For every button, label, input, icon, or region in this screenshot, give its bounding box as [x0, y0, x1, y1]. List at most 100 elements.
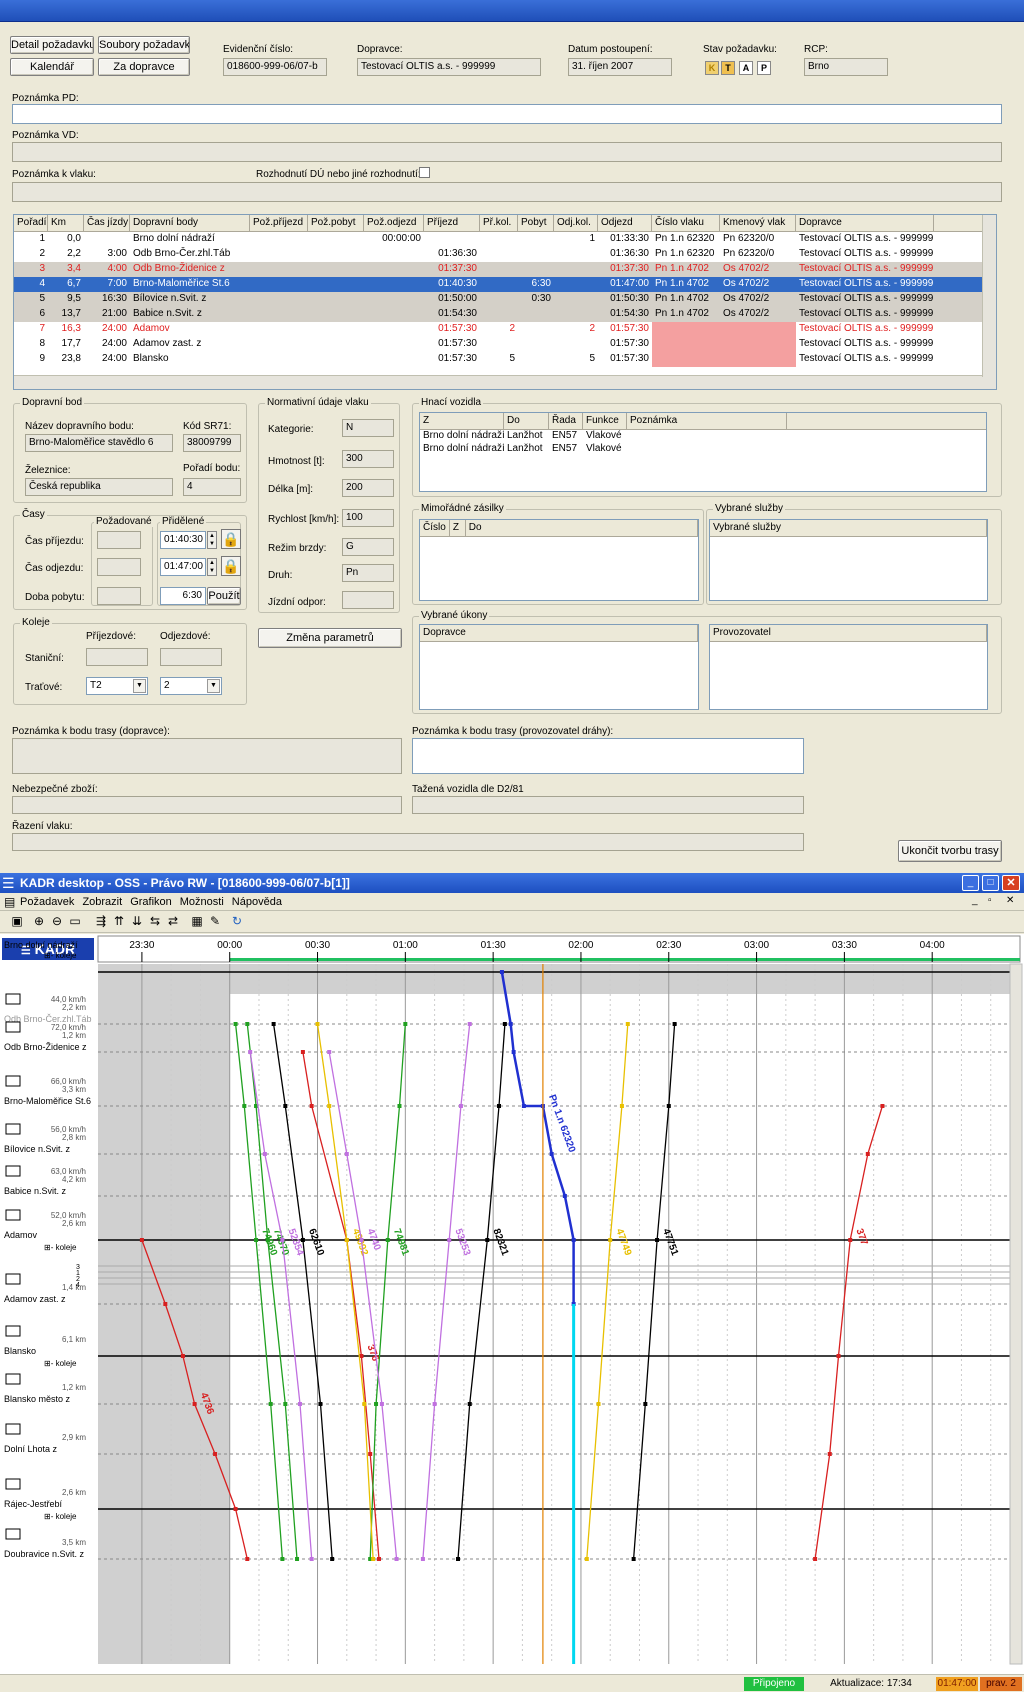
pobyt-field[interactable]: 6:30	[160, 587, 206, 605]
col-header[interactable]: Pobyt	[518, 215, 554, 231]
rozhodnuti-checkbox[interactable]	[419, 167, 430, 178]
refresh-icon[interactable]: ↻	[230, 914, 244, 928]
pozn-bod-provoz-field[interactable]	[412, 738, 804, 774]
col-header[interactable]: Km	[48, 215, 84, 231]
child-restore-icon[interactable]: ▫	[988, 895, 992, 906]
series-point	[625, 1022, 630, 1026]
prijezd-field[interactable]: 01:40:30	[160, 531, 206, 549]
trains-up-icon[interactable]: ⇈	[112, 914, 126, 928]
table-row[interactable]: 2 2,2 3:00 Odb Brno-Čer.zhl.Táb 01:36:30 01:3…	[14, 247, 996, 262]
lock-green-icon[interactable]: 🔒	[221, 556, 241, 576]
table-row[interactable]: 4 6,7 7:00 Brno-Maloměřice St.6 01:40:30 6:30…	[14, 277, 996, 292]
col-header[interactable]: Čas jízdy	[84, 215, 130, 231]
col-header[interactable]: Pořadí	[14, 215, 48, 231]
table-row[interactable]: 7 16,3 24:00 Adamov 01:57:30 2 2 01:57:30 Testov…	[14, 322, 996, 337]
stanicni-odjezd-select[interactable]	[160, 648, 222, 666]
table-cell: Testovací OLTIS a.s. - 999999	[799, 353, 934, 364]
detail-pozadavku-button[interactable]: Detail požadavku	[10, 36, 94, 54]
app-menu-icon[interactable]: ☰	[2, 875, 18, 891]
za-dopravce-button[interactable]: Za dopravce	[98, 58, 190, 76]
series-label: 377	[853, 1227, 869, 1247]
col-header[interactable]: Funkce	[583, 413, 627, 429]
stanicni-prijezd-select[interactable]	[86, 648, 148, 666]
table-cell	[627, 430, 787, 443]
table-icon[interactable]: ▦	[190, 914, 204, 928]
col-header[interactable]: Pož.odjezd	[364, 215, 424, 231]
pozn-pd-field[interactable]	[12, 104, 1002, 124]
menu-item[interactable]: Grafikon	[130, 896, 172, 908]
trains-filter-icon[interactable]: ⇆	[148, 914, 162, 928]
series-point	[359, 1238, 364, 1242]
table-row[interactable]: 5 9,5 16:30 Bílovice n.Svit. z 01:50:00 0:30 0…	[14, 292, 996, 307]
table-cell	[364, 322, 424, 337]
table-row[interactable]: Brno dolní nádraží Lanžhot EN57 Vlakové	[420, 430, 986, 443]
col-header[interactable]: Pož.příjezd	[250, 215, 308, 231]
col-header[interactable]: Pož.pobyt	[308, 215, 364, 231]
col-header[interactable]: Dopravní body	[130, 215, 250, 231]
menu-item[interactable]: Možnosti	[180, 896, 224, 908]
ukony-provozovatel-table[interactable]: Provozovatel	[709, 624, 988, 710]
odjezd-spinner[interactable]: ▲ ▼	[207, 558, 217, 576]
zmena-parametru-button[interactable]: Změna parametrů	[258, 628, 402, 648]
table-row[interactable]: Brno dolní nádraží Lanžhot EN57 Vlakové	[420, 443, 986, 456]
table-row[interactable]: 9 23,8 24:00 Blansko 01:57:30 5 5 01:57:30 Testo…	[14, 352, 996, 367]
mimoradne-table[interactable]: Číslo Z Do	[419, 519, 699, 601]
menu-item[interactable]: Zobrazit	[82, 896, 122, 908]
ukony-dopravce-table[interactable]: Dopravce	[419, 624, 699, 710]
trains-add-icon[interactable]: ⇄	[166, 914, 180, 928]
series-point	[376, 1557, 381, 1561]
pobyt-label: Doba pobytu:	[25, 592, 85, 603]
table-row[interactable]: 8 17,7 24:00 Adamov zast. z 01:57:30 01:57:30…	[14, 337, 996, 352]
table-cell: Pn 1.n 62320	[655, 233, 715, 244]
zoom-in-icon[interactable]: ⊕	[32, 914, 46, 928]
table-row[interactable]: 3 3,4 4:00 Odb Brno-Židenice z 01:37:30 01:37…	[14, 262, 996, 277]
menu-item[interactable]: Nápověda	[232, 896, 282, 908]
zoom-out-icon[interactable]: ⊖	[50, 914, 64, 928]
col-header[interactable]: Kmenový vlak	[720, 215, 796, 231]
grafikon-chart[interactable]: 23:30 00:00 00:30 01:00 01:30 02:00 02:30 03:00…	[0, 934, 1024, 1674]
col-header[interactable]: Z	[450, 520, 466, 536]
col-header[interactable]: Do	[466, 520, 698, 536]
maximize-icon[interactable]: □	[982, 875, 999, 891]
route-table-vscrollbar[interactable]	[982, 215, 996, 377]
table-row[interactable]: 1 0,0 Brno dolní nádraží 00:00:00 1 01:33:30 P…	[14, 232, 996, 247]
col-header[interactable]: Odjezd	[598, 215, 652, 231]
close-icon[interactable]: ✕	[1002, 875, 1020, 891]
soubory-pozadavku-button[interactable]: Soubory požadavku	[98, 36, 190, 54]
route-table[interactable]: Pořadí Km Čas jízdy Dopravní body Pož.příjez…	[13, 214, 997, 390]
col-header[interactable]: Dopravce	[796, 215, 934, 231]
odjezd-field[interactable]: 01:47:00	[160, 558, 206, 576]
select-icon[interactable]: ▭	[68, 914, 82, 928]
table-cell: 01:33:30	[610, 233, 649, 244]
ukoncit-tvorbu-trasy-button[interactable]: Ukončit tvorbu trasy	[898, 840, 1002, 862]
table-row[interactable]: 6 13,7 21:00 Babice n.Svit. z 01:54:30 01:54:…	[14, 307, 996, 322]
grafikon-area[interactable]: ☰ KADR 23:30 00:00 00:30 01:00 01:30 02:00 02:…	[0, 934, 1024, 1674]
lock-red-icon[interactable]: 🔒	[221, 529, 241, 549]
col-header[interactable]: Př.kol.	[480, 215, 518, 231]
col-header[interactable]: Poznámka	[627, 413, 787, 429]
col-header[interactable]: Číslo	[420, 520, 450, 536]
chevron-down-icon[interactable]: ▼	[133, 679, 146, 693]
menu-item[interactable]: Požadavek	[20, 896, 74, 908]
hnaci-table[interactable]: Z Do Řada Funkce Poznámka Brno dolní nádraží…	[419, 412, 987, 492]
col-header[interactable]: Příjezd	[424, 215, 480, 231]
kalendar-button[interactable]: Kalendář	[10, 58, 94, 76]
child-minimize-icon[interactable]: _	[972, 895, 978, 906]
edit-icon[interactable]: ✎	[208, 914, 222, 928]
col-header[interactable]: Do	[504, 413, 549, 429]
col-header[interactable]: Odj.kol.	[554, 215, 598, 231]
pouzit-button[interactable]: Použít	[207, 587, 241, 605]
col-header[interactable]: Řada	[549, 413, 583, 429]
grid-icon[interactable]: ▣	[10, 914, 24, 928]
col-header[interactable]: Číslo vlaku	[652, 215, 720, 231]
col-header[interactable]: Z	[420, 413, 504, 429]
child-close-icon[interactable]: ✕	[1006, 895, 1014, 906]
trains-icon[interactable]: ⇶	[94, 914, 108, 928]
prijezd-spinner[interactable]: ▲ ▼	[207, 531, 217, 549]
chevron-down-icon[interactable]: ▼	[207, 679, 220, 693]
trains-down-icon[interactable]: ⇊	[130, 914, 144, 928]
status-pripojeno: Připojeno	[744, 1677, 804, 1691]
minimize-icon[interactable]: _	[962, 875, 979, 891]
vybrane-sluzby-table[interactable]: Vybrané služby	[709, 519, 988, 601]
route-table-hscrollbar[interactable]	[14, 375, 996, 389]
